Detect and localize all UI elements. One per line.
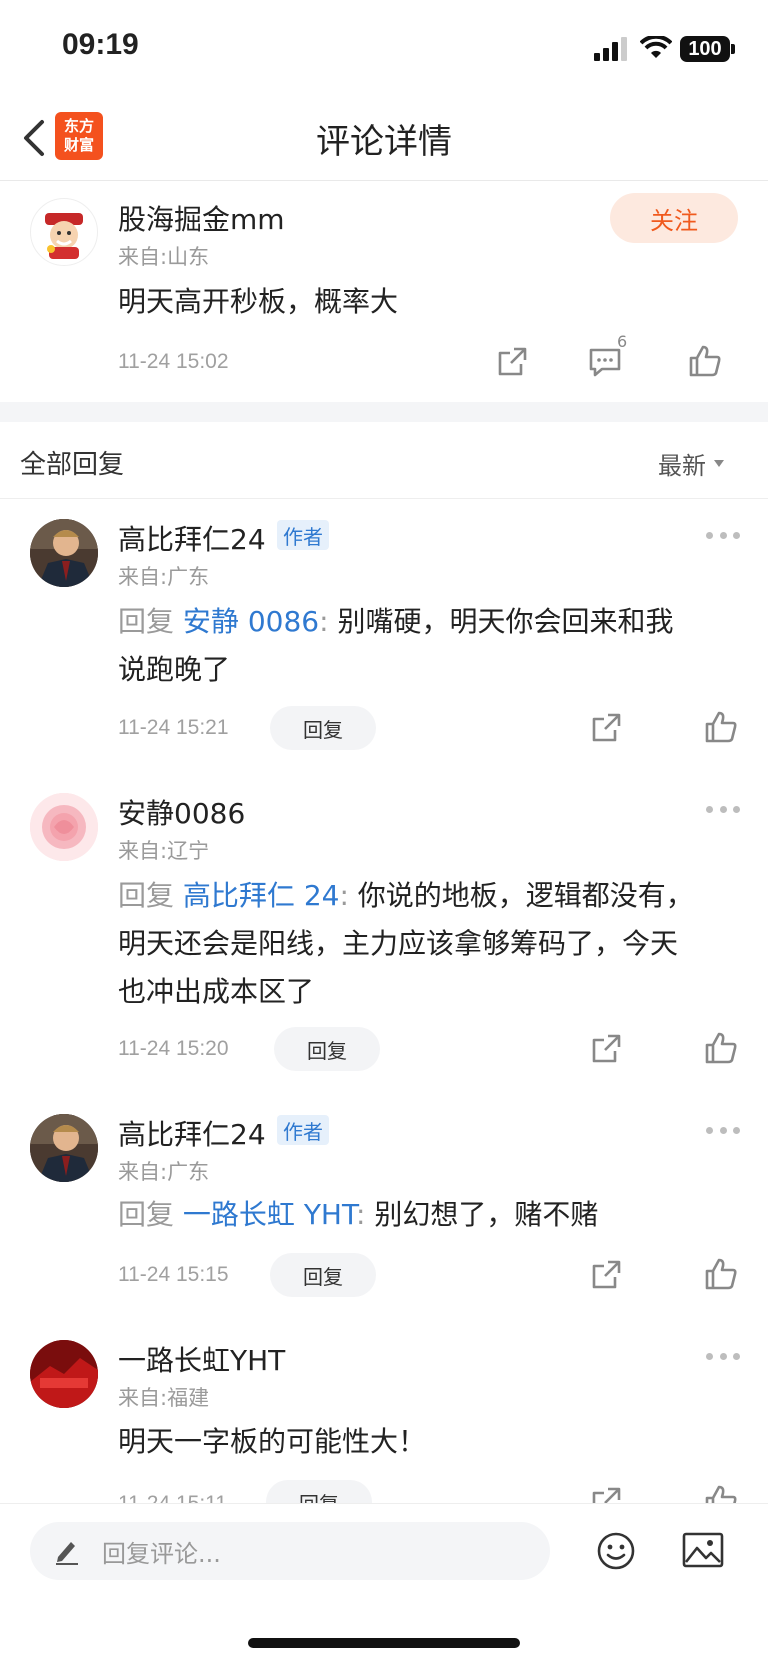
- wifi-icon: [640, 36, 672, 58]
- reply-location: 来自:福建: [118, 1386, 210, 1410]
- sort-dropdown[interactable]: 最新: [658, 446, 728, 481]
- main-post-avatar[interactable]: [30, 198, 98, 266]
- more-options-icon[interactable]: [706, 532, 740, 542]
- triangle-down-icon: [714, 459, 724, 467]
- section-divider: [0, 402, 768, 422]
- reply-username[interactable]: 一路长虹YHT: [118, 1339, 285, 1379]
- reply-button[interactable]: 回复: [270, 706, 376, 750]
- main-post-username[interactable]: 股海掘金mm: [118, 198, 285, 238]
- image-icon[interactable]: [682, 1532, 724, 1568]
- reply-avatar[interactable]: [30, 1340, 98, 1408]
- like-icon[interactable]: [704, 1031, 738, 1065]
- reply-avatar[interactable]: [30, 519, 98, 587]
- reply-button[interactable]: 回复: [270, 1253, 376, 1297]
- share-icon[interactable]: [496, 346, 528, 378]
- reply-text: 你说的地板，逻辑都没有，: [357, 879, 694, 912]
- signal-icon: [594, 37, 627, 61]
- sort-label: 最新: [658, 452, 706, 480]
- colon: :: [339, 879, 349, 912]
- reply-text: 别嘴硬，明天你会回来和我: [337, 605, 674, 638]
- all-replies-title: 全部回复: [20, 450, 125, 480]
- follow-button[interactable]: 关注: [610, 193, 738, 243]
- reply-content: 回复 安静 0086: 别嘴硬，明天你会回来和我 说跑晚了: [118, 598, 738, 694]
- reply-location: 来自:广东: [118, 565, 210, 589]
- colon: :: [356, 1198, 366, 1231]
- author-tag: 作者: [277, 520, 329, 550]
- reply-username[interactable]: 高比拜仁24: [118, 518, 266, 558]
- like-icon[interactable]: [688, 344, 722, 378]
- reply-content: 回复 高比拜仁 24: 你说的地板，逻辑都没有， 明天还会是阳线，主力应该拿够筹…: [118, 872, 748, 1016]
- colon: :: [319, 605, 329, 638]
- bottom-input-bar: 回复评论...: [0, 1503, 768, 1664]
- reply-username[interactable]: 高比拜仁24: [118, 1113, 266, 1153]
- status-bar: 09:19 100: [0, 0, 768, 96]
- reply-text: 别幻想了，赌不赌: [374, 1198, 599, 1231]
- author-tag: 作者: [277, 1115, 329, 1145]
- reply-prefix: 回复: [118, 1198, 175, 1231]
- nav-bar: 东方财富 评论详情: [0, 96, 768, 181]
- reply-prefix: 回复: [118, 605, 175, 638]
- reply-text: 也冲出成本区了: [118, 975, 315, 1008]
- battery-tip: [731, 44, 735, 54]
- pencil-icon: [56, 1542, 78, 1565]
- more-options-icon[interactable]: [706, 1127, 740, 1137]
- like-icon[interactable]: [704, 1257, 738, 1291]
- reply-timestamp: 11-24 15:21: [118, 716, 229, 739]
- reply-location: 来自:辽宁: [118, 839, 210, 863]
- share-icon[interactable]: [590, 1033, 622, 1065]
- reply-timestamp: 11-24 15:20: [118, 1037, 229, 1060]
- home-indicator: [248, 1638, 520, 1648]
- reply-prefix: 回复: [118, 879, 175, 912]
- main-post-location: 来自:山东: [118, 245, 210, 269]
- main-post-timestamp: 11-24 15:02: [118, 350, 229, 373]
- replies-header: 全部回复 最新: [0, 422, 768, 499]
- like-icon[interactable]: [704, 710, 738, 744]
- reply-username[interactable]: 安静0086: [118, 792, 245, 832]
- battery-indicator: 100: [680, 36, 730, 62]
- main-post-content: 明天高开秒板，概率大: [118, 285, 399, 318]
- share-icon[interactable]: [590, 1259, 622, 1291]
- reply-button[interactable]: 回复: [274, 1027, 380, 1071]
- emoji-icon[interactable]: [596, 1531, 636, 1571]
- reply-location: 来自:广东: [118, 1160, 210, 1184]
- mention-link[interactable]: 高比拜仁 24: [183, 879, 340, 912]
- reply-avatar[interactable]: [30, 1114, 98, 1182]
- reply-content: 明天一字板的可能性大！: [118, 1425, 427, 1458]
- reply-text: 说跑晚了: [118, 653, 231, 686]
- reply-content: 回复 一路长虹 YHT: 别幻想了，赌不赌: [118, 1191, 738, 1239]
- more-options-icon[interactable]: [706, 806, 740, 816]
- reply-timestamp: 11-24 15:15: [118, 1263, 229, 1286]
- status-time: 09:19: [62, 28, 139, 61]
- reply-input[interactable]: 回复评论...: [30, 1522, 550, 1580]
- reply-avatar[interactable]: [30, 793, 98, 861]
- mention-link[interactable]: 一路长虹 YHT: [183, 1198, 356, 1231]
- comment-count: 6: [617, 332, 628, 351]
- mention-link[interactable]: 安静 0086: [183, 605, 319, 638]
- page-title: 评论详情: [316, 122, 452, 162]
- reply-input-placeholder: 回复评论...: [102, 1539, 221, 1568]
- more-options-icon[interactable]: [706, 1353, 740, 1363]
- reply-text: 明天还会是阳线，主力应该拿够筹码了，今天: [118, 927, 679, 960]
- share-icon[interactable]: [590, 712, 622, 744]
